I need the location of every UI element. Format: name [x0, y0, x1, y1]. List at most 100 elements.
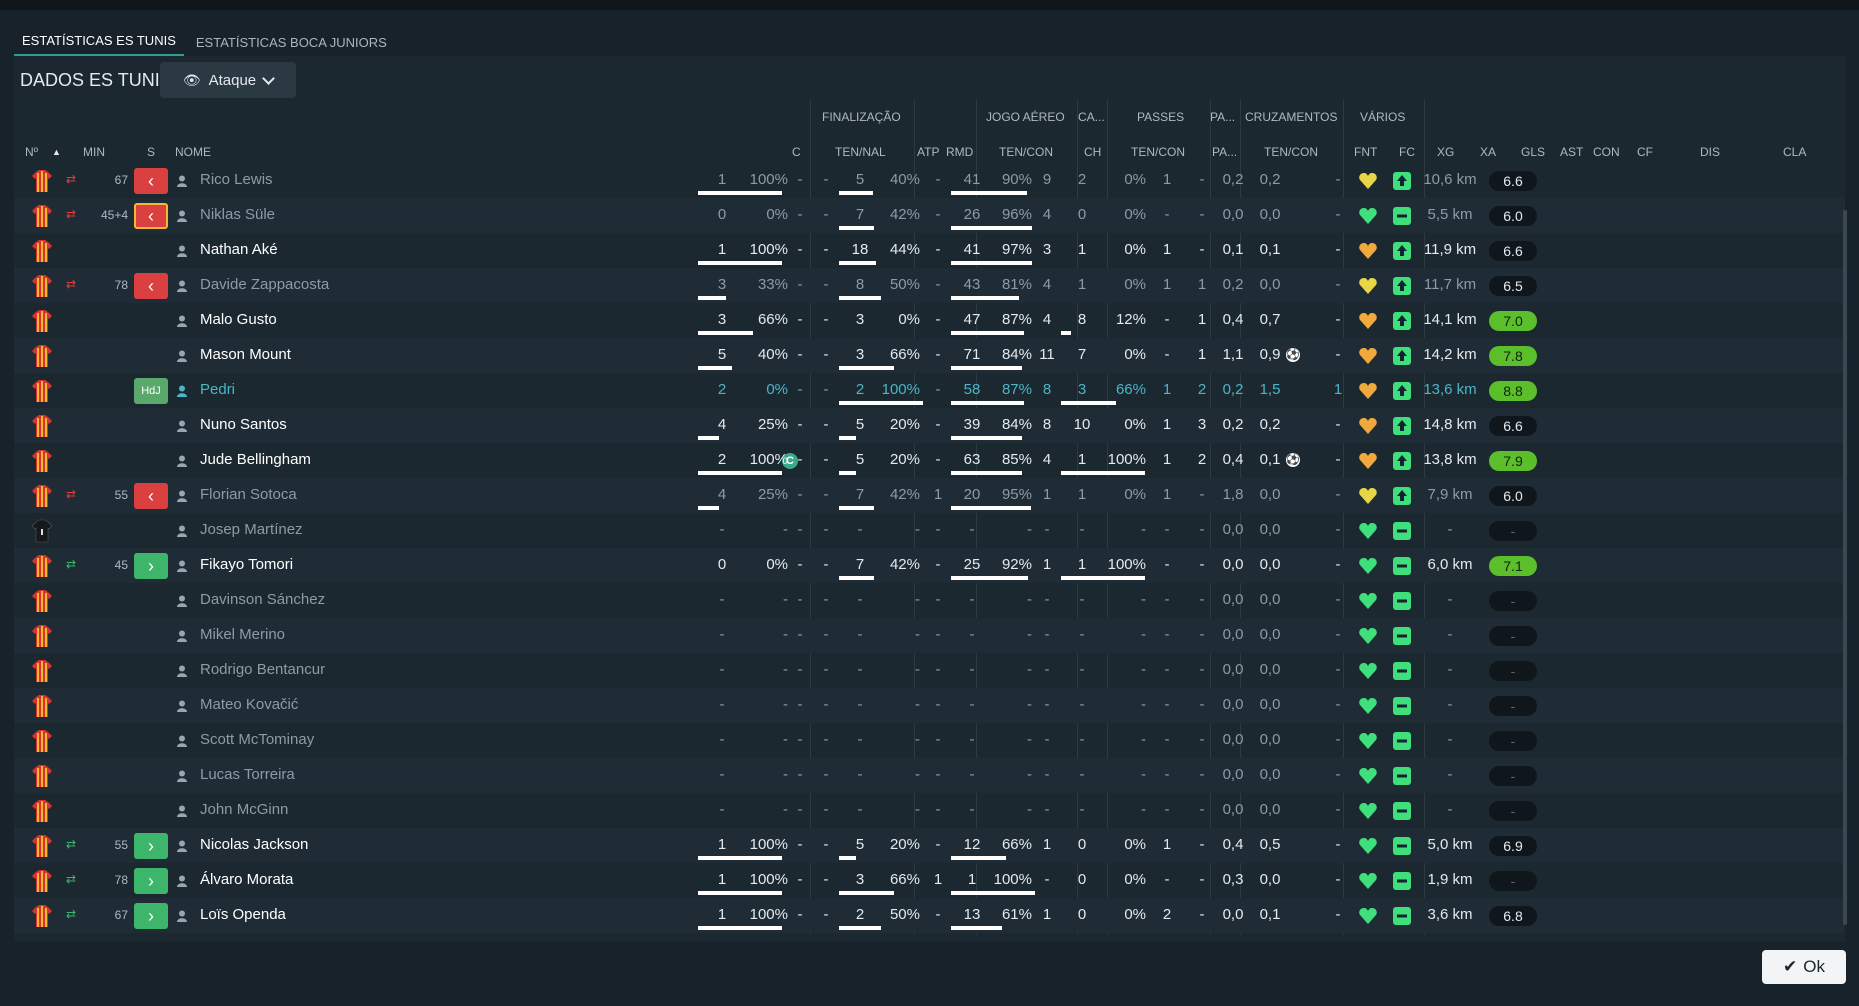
col-header-cla[interactable]: CLA: [1783, 145, 1806, 159]
player-name[interactable]: Josep Martínez: [200, 521, 303, 538]
table-row[interactable]: Jude Bellingham C 2 100% - -5 20% -63 85% 4 1 100% 1…: [14, 443, 1845, 478]
tab-boca-juniors[interactable]: ESTATÍSTICAS BOCA JUNIORS: [188, 35, 395, 56]
rating-pill: -: [1489, 766, 1537, 786]
table-row[interactable]: ⇄ 55 ‹ Florian Sotoca 4 25% - -7 42% 1 20 95% 1 1 0% 1-…: [14, 478, 1845, 513]
shots-bar: [698, 471, 782, 475]
col-header-rmd[interactable]: RMD: [946, 145, 973, 159]
ok-button[interactable]: ✔ Ok: [1762, 950, 1846, 984]
fc: 1: [1197, 276, 1207, 293]
ch: -: [935, 521, 941, 538]
col-header-c[interactable]: C: [792, 145, 801, 159]
col-header-passes-ten-con[interactable]: TEN/CON: [1131, 145, 1185, 159]
sort-asc-icon[interactable]: ▲: [52, 147, 61, 157]
table-scrollbar[interactable]: [1843, 210, 1847, 925]
attempts: -: [797, 451, 803, 468]
rating-pill: 8.8: [1489, 381, 1537, 401]
player-name[interactable]: Scott McTominay: [200, 731, 314, 748]
xg: 0,4: [1222, 311, 1244, 328]
player-name[interactable]: Loïs Openda: [200, 906, 286, 923]
shots-on-target-pct: 66%: [757, 311, 788, 328]
col-header-cf[interactable]: CF: [1637, 145, 1653, 159]
player-name[interactable]: Malo Gusto: [200, 311, 277, 328]
player-name[interactable]: Pedri: [200, 381, 235, 398]
col-header-ten-nal[interactable]: TEN/NAL: [835, 145, 886, 159]
table-row[interactable]: Lucas Torreira - - - - - - - - - - - - - -0,0 0,0- - -: [14, 758, 1845, 793]
table-row[interactable]: Davinson Sánchez - - - - - - - - - - - - - -0,0 0,0- - -: [14, 583, 1845, 618]
rating-pill: 6.6: [1489, 241, 1537, 261]
player-name[interactable]: Niklas Süle: [200, 206, 275, 223]
col-header-atp[interactable]: ATP: [917, 145, 939, 159]
player-name[interactable]: Mateo Kovačić: [200, 696, 298, 713]
aerial-total: 7: [855, 206, 865, 223]
col-header-min[interactable]: MIN: [83, 145, 105, 159]
fnt: 1: [1162, 836, 1172, 853]
passes-pct: -: [1027, 521, 1032, 538]
col-header-number[interactable]: Nº: [25, 145, 38, 159]
player-name[interactable]: Lucas Torreira: [200, 766, 295, 783]
col-header-gls[interactable]: GLS: [1521, 145, 1545, 159]
table-row[interactable]: Nathan Aké 1 100% - -18 44% -41 97% 3 1 0% 1-0,1 0,1…: [14, 233, 1845, 268]
col-header-fnt[interactable]: FNT: [1354, 145, 1377, 159]
player-name[interactable]: Nicolas Jackson: [200, 836, 308, 853]
table-row[interactable]: ⇄ 55 › Nicolas Jackson 1 100% - -5 20% -12 66% 1 0 0%…: [14, 828, 1845, 863]
passes-pct: 85%: [1001, 451, 1032, 468]
xa: 1,5: [1259, 381, 1281, 398]
ch: -: [935, 451, 941, 468]
team-shirt-icon: [30, 309, 52, 333]
col-header-aereo-ten-con[interactable]: TEN/CON: [999, 145, 1053, 159]
player-name[interactable]: Mikel Merino: [200, 626, 285, 643]
col-header-xg[interactable]: XG: [1437, 145, 1454, 159]
table-row[interactable]: ⇄ 45 › Fikayo Tomori 0 0% - -7 42% -25 92% 1 1 100% - -…: [14, 548, 1845, 583]
table-row[interactable]: ⇄ 67 ‹ Rico Lewis 1 100% - -5 40% -41 90% 9 2 0% 1-0,2…: [14, 163, 1845, 198]
col-header-xa[interactable]: XA: [1480, 145, 1496, 159]
rmd: -: [823, 416, 829, 433]
col-header-cruz-ten-con[interactable]: TEN/CON: [1264, 145, 1318, 159]
col-header-con[interactable]: CON: [1593, 145, 1620, 159]
table-row[interactable]: Rodrigo Bentancur - - - - - - - - - - - - - -0,0 0,0- - -: [14, 653, 1845, 688]
table-row[interactable]: ⇄ 78 ‹ Davide Zappacosta 3 33% - -8 50% -43 81% 4 1 0…: [14, 268, 1845, 303]
player-name[interactable]: Florian Sotoca: [200, 486, 297, 503]
person-icon: [177, 769, 187, 782]
shots-on-target-pct: -: [783, 801, 788, 818]
player-name[interactable]: Fikayo Tomori: [200, 556, 293, 573]
table-row[interactable]: Mateo Kovačić - - - - - - - - - - - - - -0,0 0,0- - -: [14, 688, 1845, 723]
col-header-dis[interactable]: DIS: [1700, 145, 1720, 159]
table-row[interactable]: ⇄ 78 › Álvaro Morata 1 100% - -3 66% 1 1 100% -0 0% - -…: [14, 863, 1845, 898]
distance: -: [1447, 591, 1453, 608]
tab-es-tunis[interactable]: ESTATÍSTICAS ES TUNIS: [14, 33, 184, 56]
player-name[interactable]: Mason Mount: [200, 346, 291, 363]
aerial-pct: -: [915, 766, 920, 783]
table-row[interactable]: HdJ Pedri 2 0% - -2 100% -58 87% 8 3 66% 1 2 0,2 1,5 1 13…: [14, 373, 1845, 408]
ch: -: [935, 346, 941, 363]
player-name[interactable]: Davinson Sánchez: [200, 591, 325, 608]
aerial-pct: 42%: [889, 556, 920, 573]
aerial-total: 8: [855, 276, 865, 293]
shots-total: 1: [717, 906, 727, 923]
player-name[interactable]: Davide Zappacosta: [200, 276, 329, 293]
player-name[interactable]: Álvaro Morata: [200, 871, 293, 888]
table-row[interactable]: ⇄ 45+4 ‹ Niklas Süle 0 0% - -7 42% -26 96% 4 0 0% - -0,…: [14, 198, 1845, 233]
table-row[interactable]: John McGinn - - - - - - - - - - - - - -0,0 0,0- - -: [14, 793, 1845, 828]
col-header-nome[interactable]: NOME: [175, 145, 211, 159]
player-name[interactable]: Nathan Aké: [200, 241, 278, 258]
table-row[interactable]: Nuno Santos 4 25% - -5 20% -39 84% 8 10 0% 1 3 0,2 0,2…: [14, 408, 1845, 443]
player-name[interactable]: Rico Lewis: [200, 171, 273, 188]
table-row[interactable]: Mason Mount 5 40% - -3 66% -71 84% 11 7 0% -1 1,1 0,9…: [14, 338, 1845, 373]
table-row[interactable]: Scott McTominay - - - - - - - - - - - - - -0,0 0,0- - -: [14, 723, 1845, 758]
team-shirt-icon: [30, 764, 52, 788]
table-row[interactable]: Mikel Merino - - - - - - - - - - - - - -0,0 0,0- - -: [14, 618, 1845, 653]
table-row[interactable]: Josep Martínez - - - - - - - - - - - - - -0,0 0,0- - -: [14, 513, 1845, 548]
player-name[interactable]: Nuno Santos: [200, 416, 287, 433]
player-name[interactable]: Rodrigo Bentancur: [200, 661, 325, 678]
aerial-total: 3: [855, 871, 865, 888]
col-header-fc[interactable]: FC: [1399, 145, 1415, 159]
stat-category-dropdown[interactable]: 👁 Ataque: [160, 62, 296, 98]
col-header-ch[interactable]: CH: [1084, 145, 1101, 159]
col-header-pa[interactable]: PA...: [1212, 145, 1237, 159]
table-row[interactable]: Malo Gusto 3 66% - -3 0% -47 87% 4 8 12% -1 0,4 0,7-1…: [14, 303, 1845, 338]
col-header-ast[interactable]: AST: [1560, 145, 1583, 159]
table-row[interactable]: ⇄ 67 › Loïs Openda 1 100% - -2 50% -13 61% 1 0 0% 2-0,…: [14, 898, 1845, 933]
player-name[interactable]: John McGinn: [200, 801, 288, 818]
player-name[interactable]: Jude Bellingham: [200, 451, 311, 468]
col-header-s[interactable]: S: [147, 145, 155, 159]
